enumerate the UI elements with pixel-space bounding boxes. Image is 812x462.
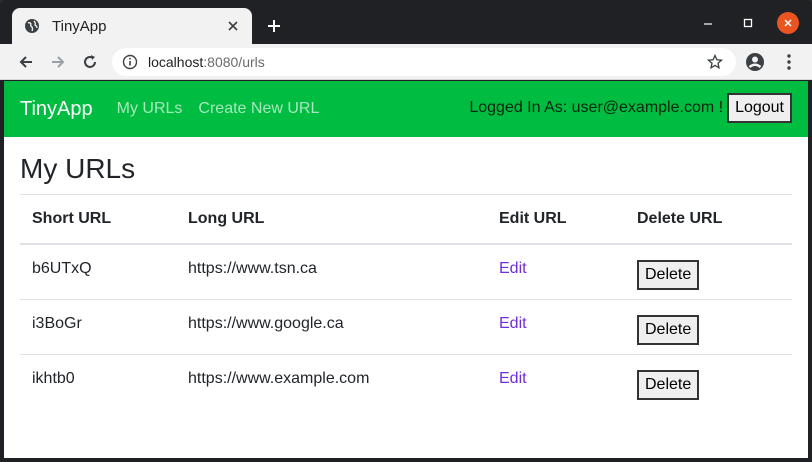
maximize-icon[interactable]: [737, 12, 759, 34]
delete-cell: Delete: [625, 244, 792, 300]
title-bar: TinyApp: [0, 0, 812, 44]
short-url-cell: i3BoGr: [20, 299, 176, 355]
delete-button[interactable]: Delete: [637, 369, 700, 400]
short-url-cell: b6UTxQ: [20, 244, 176, 300]
urls-table: Short URL Long URL Edit URL Delete URL b…: [20, 195, 792, 409]
user-area: Logged In As: user@example.com ! Logout: [469, 93, 792, 123]
long-url: https://www.example.com: [188, 369, 370, 387]
edit-link[interactable]: Edit: [499, 260, 527, 277]
close-tab-icon[interactable]: [222, 15, 244, 37]
header-edit-url: Edit URL: [487, 195, 625, 245]
page-viewport: TinyApp My URLs Create New URL Logged In…: [4, 81, 808, 458]
url-text: localhost:8080/urls: [148, 54, 265, 70]
delete-button[interactable]: Delete: [637, 314, 700, 345]
address-bar[interactable]: localhost:8080/urls: [112, 48, 736, 76]
nav-link-create-url[interactable]: Create New URL: [198, 100, 319, 118]
long-url-cell: https://www.google.ca: [176, 299, 487, 355]
short-url: i3BoGr: [32, 314, 82, 332]
browser-window: TinyApp localhost:8080/urls TinyApp My U…: [0, 0, 812, 462]
delete-button[interactable]: Delete: [637, 259, 700, 290]
table-row: b6UTxQ https://www.tsn.ca Edit Delete: [20, 244, 792, 300]
minimize-icon[interactable]: [697, 12, 719, 34]
long-url-cell: https://www.tsn.ca: [176, 244, 487, 300]
table-header-row: Short URL Long URL Edit URL Delete URL: [20, 195, 792, 245]
forward-arrow-icon[interactable]: [46, 50, 70, 74]
navbar: TinyApp My URLs Create New URL Logged In…: [4, 81, 808, 137]
long-url: https://www.tsn.ca: [188, 259, 317, 277]
brand-link[interactable]: TinyApp: [20, 98, 93, 121]
header-delete-url: Delete URL: [625, 195, 792, 245]
edit-link[interactable]: Edit: [499, 370, 527, 387]
logged-in-text: Logged In As: user@example.com !: [469, 99, 724, 116]
edit-cell: Edit: [487, 244, 625, 300]
edit-cell: Edit: [487, 354, 625, 409]
info-icon[interactable]: [122, 54, 138, 70]
profile-icon[interactable]: [743, 50, 767, 74]
back-arrow-icon[interactable]: [14, 50, 38, 74]
close-window-icon[interactable]: [777, 12, 799, 34]
tab-title: TinyApp: [52, 17, 107, 35]
nav-link-my-urls[interactable]: My URLs: [117, 100, 183, 118]
edit-cell: Edit: [487, 299, 625, 355]
delete-cell: Delete: [625, 354, 792, 409]
table-row: ikhtb0 https://www.example.com Edit Dele…: [20, 354, 792, 409]
long-url-cell: https://www.example.com: [176, 354, 487, 409]
edit-link[interactable]: Edit: [499, 315, 527, 332]
logout-button[interactable]: Logout: [727, 93, 792, 123]
browser-tab[interactable]: TinyApp: [12, 8, 252, 44]
table-row: i3BoGr https://www.google.ca Edit Delete: [20, 299, 792, 355]
browser-toolbar: localhost:8080/urls: [0, 44, 812, 80]
short-url: b6UTxQ: [32, 259, 92, 277]
long-url: https://www.google.ca: [188, 314, 344, 332]
short-url-cell: ikhtb0: [20, 354, 176, 409]
url-path: :8080/urls: [203, 54, 265, 70]
short-url: ikhtb0: [32, 369, 75, 387]
more-menu-icon[interactable]: [777, 50, 801, 74]
delete-cell: Delete: [625, 299, 792, 355]
reload-icon[interactable]: [78, 50, 102, 74]
globe-icon: [24, 18, 40, 34]
header-short-url: Short URL: [20, 195, 176, 245]
url-host: localhost: [148, 54, 204, 70]
page-title: My URLs: [20, 153, 136, 184]
bookmark-star-icon[interactable]: [706, 53, 724, 71]
new-tab-icon[interactable]: [262, 14, 286, 38]
header-long-url: Long URL: [176, 195, 487, 245]
